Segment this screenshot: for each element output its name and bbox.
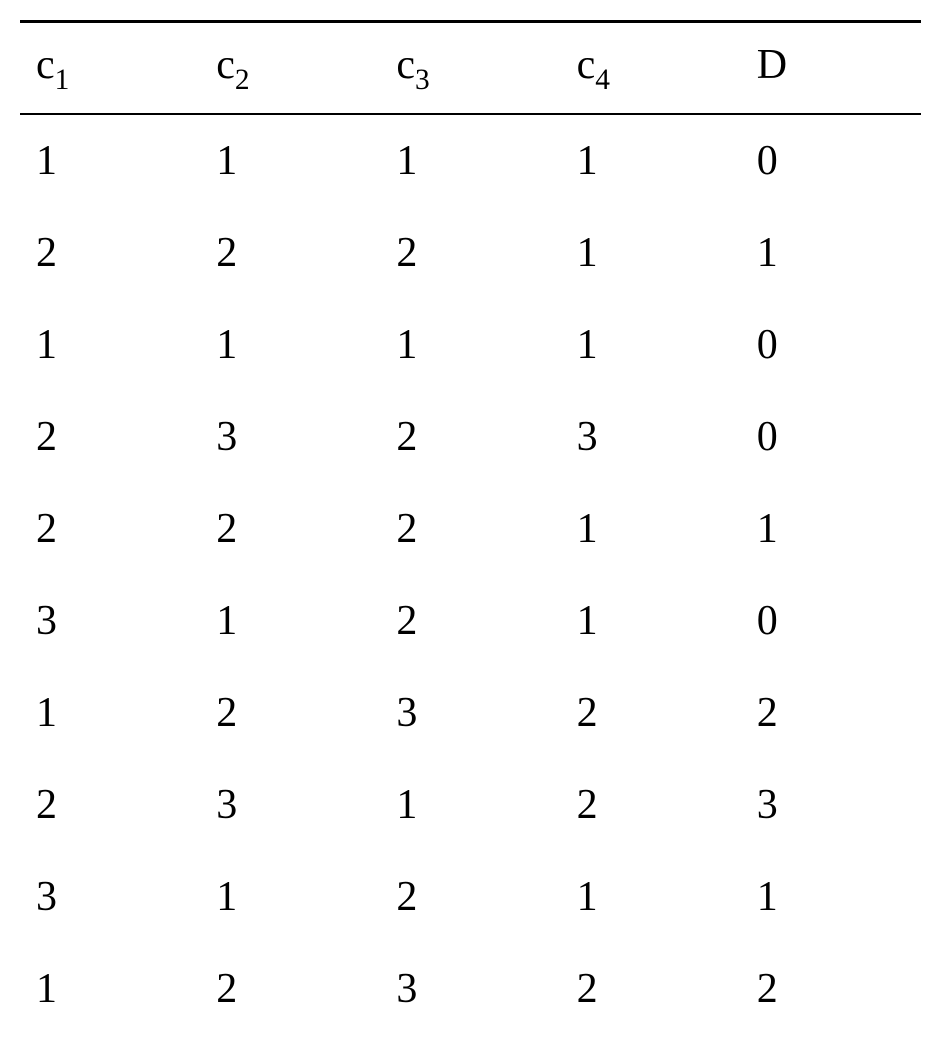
cell: 2 [200, 207, 380, 299]
data-table: c1 c2 c3 c4 D 1 1 1 1 [20, 20, 921, 1035]
cell: 0 [741, 114, 921, 207]
cell: 2 [200, 667, 380, 759]
table-row: 2 3 2 3 0 [20, 391, 921, 483]
cell: 1 [20, 114, 200, 207]
table-row: 1 2 3 2 2 [20, 667, 921, 759]
cell: 2 [380, 391, 560, 483]
cell: 1 [561, 483, 741, 575]
cell: 1 [561, 851, 741, 943]
cell: 1 [561, 299, 741, 391]
header-c1-sub: 1 [55, 64, 70, 96]
cell: 1 [200, 575, 380, 667]
cell: 3 [561, 391, 741, 483]
header-c3: c3 [380, 22, 560, 115]
cell: 2 [380, 207, 560, 299]
cell: 3 [741, 759, 921, 851]
cell: 1 [380, 299, 560, 391]
cell: 3 [380, 943, 560, 1035]
cell: 3 [200, 391, 380, 483]
cell: 2 [200, 943, 380, 1035]
cell: 1 [200, 851, 380, 943]
table-row: 3 1 2 1 0 [20, 575, 921, 667]
cell: 0 [741, 391, 921, 483]
table-row: 2 2 2 1 1 [20, 207, 921, 299]
header-c1-base: c [36, 42, 55, 88]
cell: 2 [741, 667, 921, 759]
cell: 1 [741, 207, 921, 299]
header-c4: c4 [561, 22, 741, 115]
header-c2: c2 [200, 22, 380, 115]
cell: 1 [561, 114, 741, 207]
header-d: D [741, 22, 921, 115]
cell: 1 [741, 483, 921, 575]
header-d-base: D [757, 42, 787, 88]
cell: 3 [380, 667, 560, 759]
cell: 1 [380, 114, 560, 207]
cell: 0 [741, 299, 921, 391]
table-row: 2 2 2 1 1 [20, 483, 921, 575]
table-header-row: c1 c2 c3 c4 D [20, 22, 921, 115]
header-c4-sub: 4 [595, 64, 610, 96]
cell: 1 [200, 299, 380, 391]
cell: 2 [200, 483, 380, 575]
cell: 1 [20, 299, 200, 391]
table-body: 1 1 1 1 0 2 2 2 1 1 1 1 1 1 0 2 [20, 114, 921, 1035]
cell: 2 [561, 759, 741, 851]
cell: 1 [200, 114, 380, 207]
cell: 1 [741, 851, 921, 943]
header-c3-base: c [396, 42, 415, 88]
header-c3-sub: 3 [415, 64, 430, 96]
header-c1: c1 [20, 22, 200, 115]
cell: 2 [561, 667, 741, 759]
table-row: 2 3 1 2 3 [20, 759, 921, 851]
cell: 1 [561, 207, 741, 299]
header-c2-base: c [216, 42, 235, 88]
cell: 2 [380, 483, 560, 575]
cell: 2 [20, 759, 200, 851]
cell: 3 [20, 575, 200, 667]
table-row: 1 2 3 2 2 [20, 943, 921, 1035]
cell: 2 [20, 483, 200, 575]
cell: 1 [20, 667, 200, 759]
cell: 1 [561, 575, 741, 667]
cell: 1 [380, 759, 560, 851]
table-row: 1 1 1 1 0 [20, 299, 921, 391]
cell: 2 [380, 851, 560, 943]
table-row: 3 1 2 1 1 [20, 851, 921, 943]
header-c4-base: c [577, 42, 596, 88]
table-row: 1 1 1 1 0 [20, 114, 921, 207]
cell: 2 [741, 943, 921, 1035]
cell: 3 [20, 851, 200, 943]
cell: 1 [20, 943, 200, 1035]
data-table-container: c1 c2 c3 c4 D 1 1 1 1 [20, 20, 921, 1035]
header-c2-sub: 2 [235, 64, 250, 96]
cell: 3 [200, 759, 380, 851]
cell: 2 [561, 943, 741, 1035]
cell: 0 [741, 575, 921, 667]
cell: 2 [20, 207, 200, 299]
cell: 2 [380, 575, 560, 667]
cell: 2 [20, 391, 200, 483]
